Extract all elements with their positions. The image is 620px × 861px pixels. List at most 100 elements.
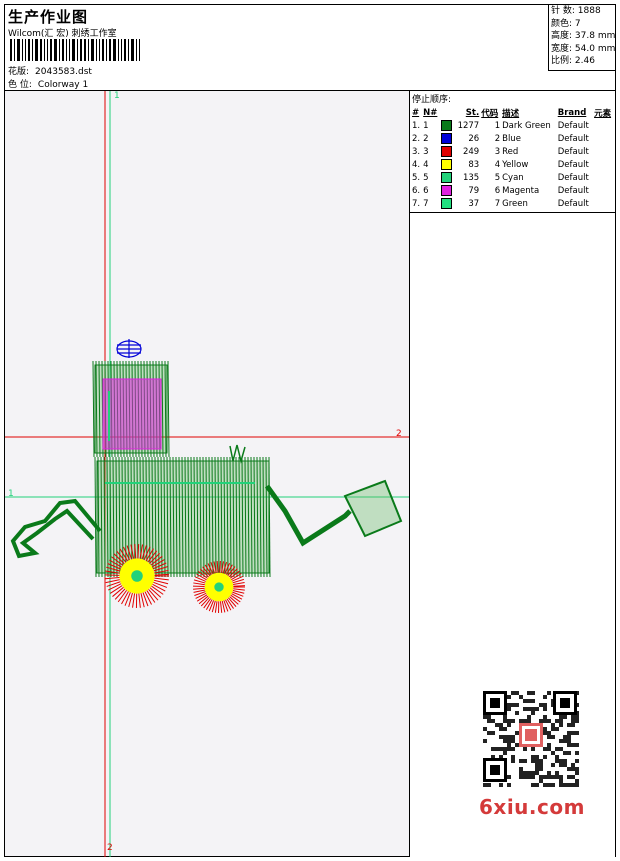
qr-module	[539, 763, 543, 767]
stat-height: 高度: 37.8 mm	[551, 31, 616, 41]
qr-module	[543, 707, 547, 711]
row-swatch	[440, 145, 454, 158]
qr-module	[575, 715, 579, 719]
qr-module	[567, 783, 571, 787]
qr-module	[487, 731, 491, 735]
qr-module	[527, 691, 531, 695]
row-stitches: 135	[462, 172, 480, 183]
stop-sequence-table: # N# St. 代码 描述 Brand 元素 1. 1 1277 1 Dark Gre…	[411, 106, 614, 210]
barcode-bar	[139, 39, 140, 61]
table-row: 4. 4 83 4 Yellow Default	[411, 158, 614, 171]
barcode-bar	[128, 39, 129, 61]
row-code: 2	[494, 133, 501, 144]
barcode-bar	[50, 39, 52, 61]
qr-module	[483, 783, 487, 787]
row-index: 5.	[412, 172, 421, 183]
qr-module	[499, 727, 503, 731]
row-code: 6	[494, 185, 501, 196]
qr-module	[563, 763, 567, 767]
qr-module	[559, 779, 563, 783]
qr-module	[551, 723, 555, 727]
qr-module	[503, 747, 507, 751]
qr-module	[547, 719, 551, 723]
stop-sequence-title: 停止顺序:	[412, 95, 452, 105]
qr-module	[487, 715, 491, 719]
qr-module	[535, 771, 539, 775]
vehicle-window	[102, 378, 162, 450]
barcode-bar	[136, 39, 137, 61]
qr-module	[551, 783, 555, 787]
qr-module	[511, 703, 515, 707]
qr-module	[547, 775, 551, 779]
qr-module	[495, 723, 499, 727]
row-stitches: 1277	[457, 120, 480, 131]
qr-module	[531, 783, 535, 787]
qr-module	[527, 719, 531, 723]
qr-module	[519, 719, 523, 723]
qr-module	[523, 707, 527, 711]
qr-module	[527, 771, 531, 775]
qr-module	[539, 719, 543, 723]
qr-module	[571, 763, 575, 767]
wheel-stitch	[214, 601, 218, 613]
barcode-bar	[88, 39, 89, 61]
row-index: 2.	[412, 133, 421, 144]
qr-module	[531, 747, 535, 751]
stat-width: 宽度: 54.0 mm	[551, 43, 616, 54]
qr-module	[567, 735, 571, 739]
qr-module	[511, 691, 515, 695]
barcode-bar	[17, 39, 20, 61]
wheel-stitch	[105, 574, 120, 576]
qr-module	[507, 783, 511, 787]
qr-module	[483, 739, 487, 743]
qr-module	[527, 775, 531, 779]
barcode-bar	[22, 39, 23, 61]
production-sheet: 生产作业图 Wilcom(汇 宏) 刺绣工作室 花版: 2043583.dst 色…	[4, 4, 616, 857]
qr-module	[559, 759, 563, 763]
row-stitches: 26	[468, 133, 480, 144]
barcode-bar	[32, 39, 33, 61]
row-n: 5	[423, 172, 429, 183]
qr-module	[507, 723, 511, 727]
qr-module	[515, 703, 519, 707]
guide-label-h-red: 2	[396, 429, 402, 439]
barcode-bar	[14, 39, 15, 61]
qr-module	[503, 719, 507, 723]
row-index: 6.	[412, 185, 421, 196]
qr-module	[531, 691, 535, 695]
qr-module	[507, 735, 511, 739]
color-swatch	[440, 172, 452, 183]
barcode-bar	[69, 39, 70, 61]
qr-module	[531, 699, 535, 703]
qr-module	[515, 731, 519, 735]
qr-module	[499, 747, 503, 751]
barcode-bar	[131, 39, 134, 61]
row-desc: Green	[502, 198, 528, 209]
qr-module	[490, 698, 500, 708]
colorway-label: 色 位:	[8, 80, 32, 90]
qr-module	[543, 703, 547, 707]
qr-module	[507, 743, 511, 747]
qr-module	[531, 771, 535, 775]
row-swatch	[440, 119, 454, 132]
barcode-bar	[59, 39, 60, 61]
stat-stitches: 针 数: 1888	[551, 6, 601, 16]
qr-module	[555, 775, 559, 779]
qr-module	[563, 783, 567, 787]
wheel-stitch	[138, 593, 141, 608]
qr-module	[527, 699, 531, 703]
table-row: 5. 5 135 5 Cyan Default	[411, 171, 614, 184]
wheel-stitch	[154, 577, 169, 581]
qr-module	[567, 775, 571, 779]
barcode-bar	[106, 39, 107, 61]
col-n: N#	[423, 107, 438, 118]
qr-module	[535, 755, 539, 759]
colorway-value: Colorway 1	[37, 80, 89, 90]
qr-module	[567, 743, 571, 747]
qr-module	[575, 771, 579, 775]
qr-module	[535, 707, 539, 711]
pattern-label: 花版:	[8, 67, 30, 77]
col-element: 元素	[594, 108, 612, 119]
qr-module	[575, 783, 579, 787]
row-brand: Default	[557, 133, 589, 144]
